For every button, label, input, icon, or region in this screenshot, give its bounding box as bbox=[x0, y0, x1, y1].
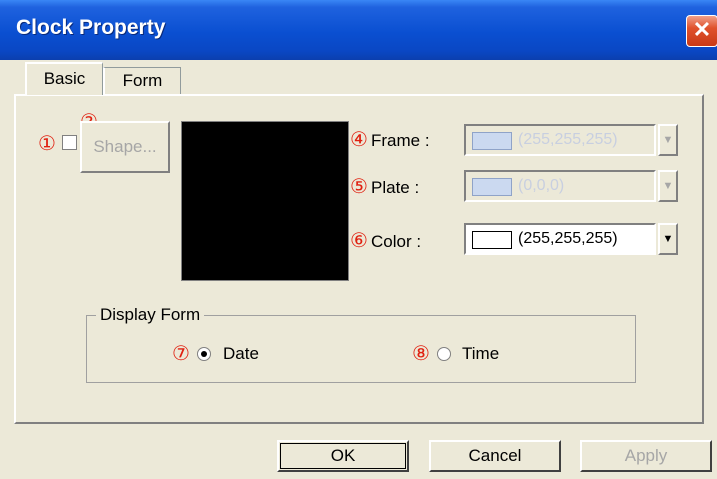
plate-label: Plate : bbox=[371, 178, 420, 197]
display-form-group bbox=[86, 315, 636, 383]
cancel-button[interactable]: Cancel bbox=[429, 440, 561, 472]
plate-color-swatch bbox=[472, 178, 512, 196]
date-radio[interactable] bbox=[197, 347, 211, 361]
clock-preview bbox=[181, 121, 349, 281]
marker-6: ⑥ bbox=[350, 230, 368, 252]
frame-color-value: (255,255,255) bbox=[518, 131, 618, 148]
ok-button[interactable]: OK bbox=[277, 440, 409, 472]
frame-color-field[interactable]: (255,255,255) bbox=[464, 124, 656, 156]
tab-form[interactable]: Form bbox=[103, 67, 181, 95]
marker-1: ① bbox=[38, 133, 56, 155]
window-title: Clock Property bbox=[16, 16, 166, 39]
color-dropdown-button[interactable]: ▼ bbox=[658, 223, 678, 255]
shape-checkbox[interactable] bbox=[62, 135, 77, 150]
plate-color-value: (0,0,0) bbox=[518, 177, 565, 194]
time-radio[interactable] bbox=[437, 347, 451, 361]
chevron-down-icon: ▼ bbox=[662, 233, 674, 245]
display-form-title: Display Form bbox=[96, 305, 205, 325]
close-icon: ✕ bbox=[692, 17, 712, 42]
time-radio-label[interactable]: Time bbox=[462, 344, 499, 364]
color-swatch bbox=[472, 231, 512, 249]
chevron-down-icon: ▼ bbox=[662, 180, 674, 192]
marker-5: ⑤ bbox=[350, 176, 368, 198]
chevron-down-icon: ▼ bbox=[662, 134, 674, 146]
frame-color-swatch bbox=[472, 132, 512, 150]
tab-basic[interactable]: Basic bbox=[25, 62, 103, 95]
frame-dropdown-button[interactable]: ▼ bbox=[658, 124, 678, 156]
color-field[interactable]: (255,255,255) bbox=[464, 223, 656, 255]
close-button[interactable]: ✕ bbox=[686, 15, 717, 47]
date-radio-label[interactable]: Date bbox=[223, 344, 259, 364]
plate-color-field[interactable]: (0,0,0) bbox=[464, 170, 656, 202]
marker-4: ④ bbox=[350, 129, 368, 151]
color-label: Color : bbox=[371, 232, 422, 251]
apply-button[interactable]: Apply bbox=[580, 440, 712, 472]
title-bar: Clock Property ✕ bbox=[0, 0, 717, 60]
frame-label: Frame : bbox=[371, 131, 430, 150]
color-value: (255,255,255) bbox=[518, 230, 618, 247]
shape-button[interactable]: Shape... bbox=[80, 121, 170, 173]
plate-dropdown-button[interactable]: ▼ bbox=[658, 170, 678, 202]
